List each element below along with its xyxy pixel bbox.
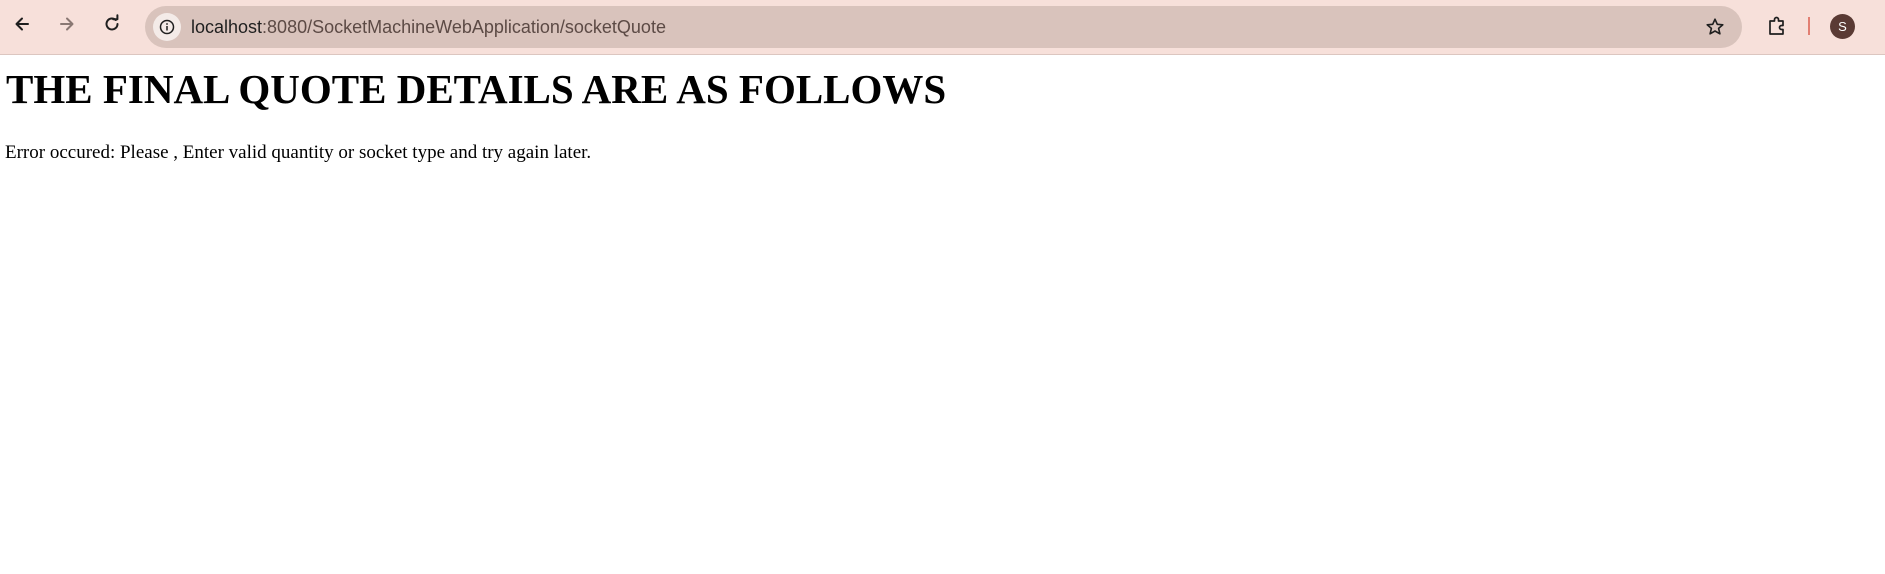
browser-toolbar: localhost:8080/SocketMachineWebApplicati… [0, 0, 1885, 55]
address-bar[interactable]: localhost:8080/SocketMachineWebApplicati… [145, 6, 1742, 48]
toolbar-separator [1808, 17, 1810, 35]
back-arrow-icon [15, 17, 29, 31]
url-path: :8080/SocketMachineWebApplication/socket… [262, 17, 666, 37]
reload-button[interactable] [98, 10, 126, 38]
url-text[interactable]: localhost:8080/SocketMachineWebApplicati… [191, 17, 666, 37]
page-content: THE FINAL QUOTE DETAILS ARE AS FOLLOWS E… [0, 55, 1885, 574]
error-message: Error occured: Please , Enter valid quan… [5, 142, 592, 163]
info-icon [159, 19, 175, 35]
reload-icon [105, 14, 119, 31]
forward-arrow-icon [60, 17, 74, 31]
extensions-button[interactable] [1764, 13, 1790, 39]
back-button[interactable] [8, 10, 36, 38]
profile-avatar[interactable]: S [1830, 14, 1855, 39]
bookmark-button[interactable] [1704, 16, 1726, 38]
page-title: THE FINAL QUOTE DETAILS ARE AS FOLLOWS [6, 66, 947, 112]
site-info-button[interactable] [153, 13, 181, 41]
puzzle-icon [1769, 16, 1784, 35]
star-icon [1706, 18, 1724, 35]
url-host: localhost [191, 17, 263, 37]
forward-button[interactable] [53, 10, 81, 38]
